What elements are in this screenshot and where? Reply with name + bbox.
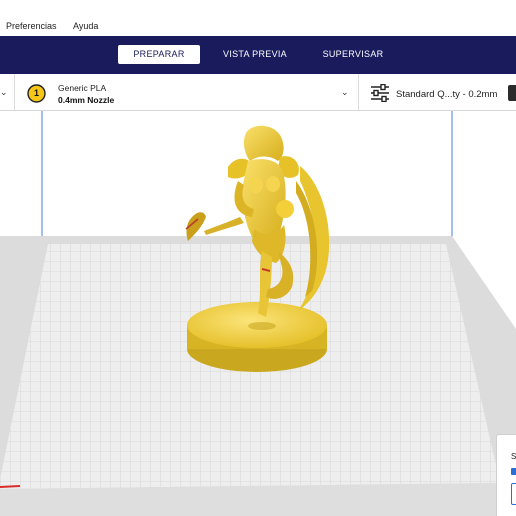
tab-preview[interactable]: VISTA PREVIA: [214, 45, 296, 64]
tab-prepare[interactable]: PREPARAR: [118, 45, 200, 64]
tab-monitor[interactable]: SUPERVISAR: [312, 45, 394, 64]
build-plate: [0, 236, 516, 516]
x-axis-indicator: [0, 485, 21, 488]
panel-toggle[interactable]: [511, 468, 516, 475]
menu-help[interactable]: Ayuda: [73, 21, 98, 31]
print-profile-label[interactable]: Standard Q...ty - 0.2mm: [396, 89, 497, 100]
object-panel[interactable]: S: [496, 434, 516, 516]
menu-bar: Preferencias Ayuda: [0, 0, 516, 36]
stage-bar: PREPARAR VISTA PREVIA SUPERVISAR: [0, 36, 516, 74]
sliders-icon[interactable]: [370, 84, 390, 102]
toolbar-divider: [14, 74, 15, 111]
3d-viewport[interactable]: [0, 111, 516, 516]
printer-chevron-icon[interactable]: ⌄: [0, 87, 8, 98]
extruder-number: 1: [33, 88, 39, 98]
toolbar-divider: [358, 74, 359, 111]
material-name[interactable]: Generic PLA: [58, 83, 106, 93]
menu-preferences[interactable]: Preferencias: [6, 21, 57, 31]
nozzle-size[interactable]: 0.4mm Nozzle: [58, 95, 114, 105]
custom-settings-icon[interactable]: [508, 85, 516, 101]
panel-field[interactable]: [511, 483, 516, 505]
model-base[interactable]: [187, 302, 327, 372]
panel-label: S: [511, 452, 516, 461]
material-chevron-icon[interactable]: ⌄: [341, 87, 349, 98]
